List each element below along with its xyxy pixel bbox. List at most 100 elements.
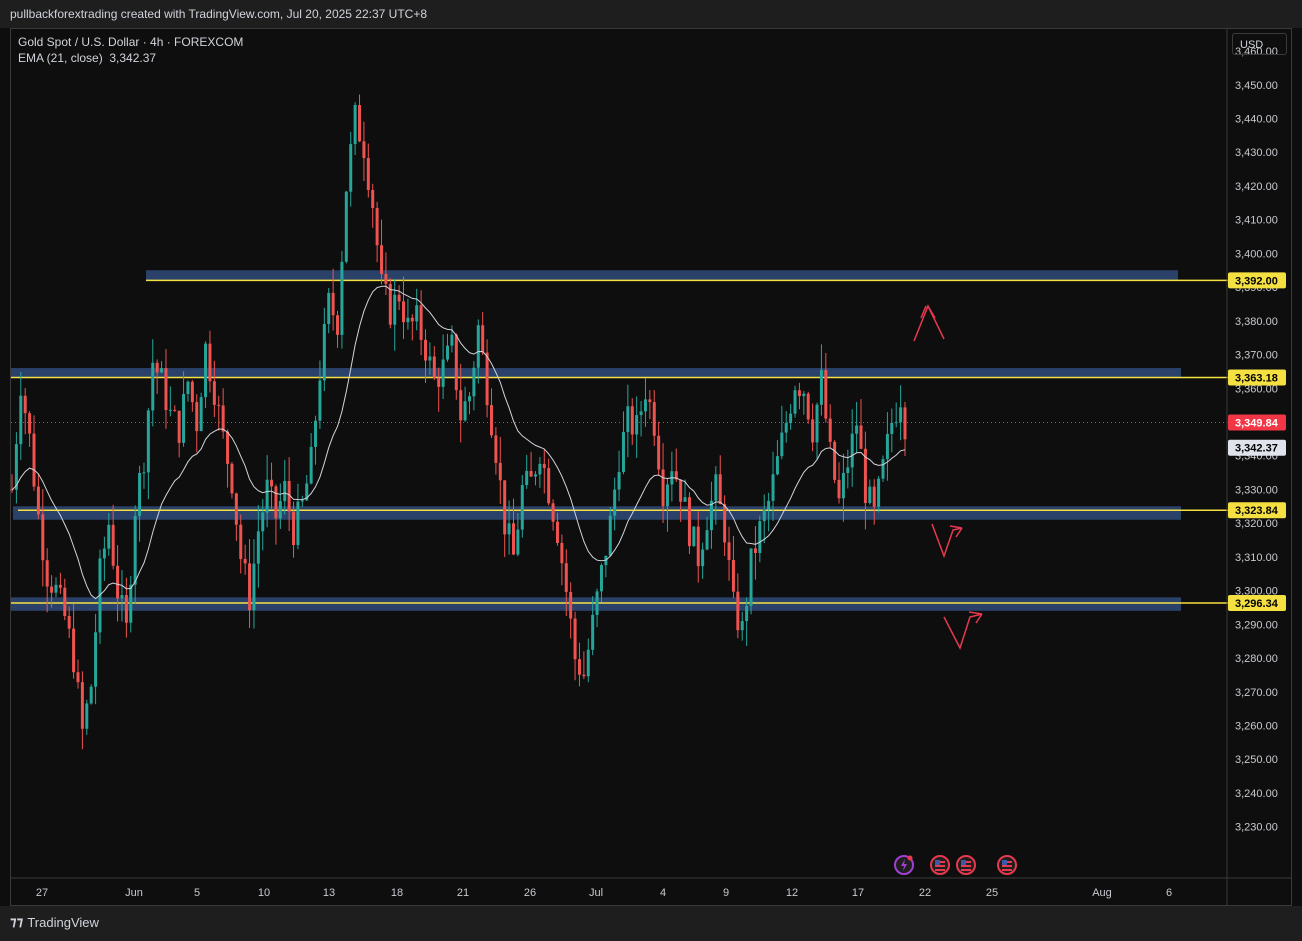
candle-body	[793, 390, 797, 414]
candle-body	[344, 191, 348, 262]
candle-body	[696, 526, 700, 567]
candle-body	[639, 411, 643, 416]
candle-body	[182, 393, 186, 443]
candle-body	[173, 409, 177, 411]
price-axis-tick-label: 3,310.00	[1235, 552, 1278, 564]
candle-body	[679, 479, 683, 502]
candle-body	[208, 343, 212, 382]
candle-body	[402, 301, 406, 323]
candle-body	[63, 587, 67, 616]
candle-body	[749, 548, 753, 606]
candle-body	[446, 345, 450, 360]
flag-stripe	[1002, 865, 1012, 867]
candle-body	[146, 410, 150, 473]
candle-body	[195, 402, 199, 432]
candle-body	[520, 485, 524, 530]
price-axis: 3,230.00 3,240.00 3,250.00 3,260.00 3,270.00…	[1226, 29, 1278, 905]
candle-body	[138, 473, 142, 516]
candle-body	[815, 404, 819, 443]
candle-body	[498, 462, 502, 481]
candle-body	[775, 456, 779, 475]
candle-body	[353, 105, 357, 145]
candle-body	[212, 381, 216, 405]
candle-body	[577, 659, 581, 675]
price-axis-tick-label: 3,370.00	[1235, 350, 1278, 362]
candle-body	[881, 459, 885, 479]
candle-body	[771, 474, 775, 501]
price-axis-tick-label: 3,250.00	[1235, 754, 1278, 766]
arrow-annotation	[913, 304, 945, 342]
candle-body	[366, 158, 370, 191]
candle-body	[358, 105, 362, 142]
flag-canton	[961, 860, 966, 865]
candle-body	[428, 356, 432, 361]
level-price-tag: 3,392.00	[1235, 275, 1278, 287]
candle-body	[432, 356, 436, 378]
tradingview-logo[interactable]: ⁊⁊ TradingView	[10, 914, 99, 930]
indicator-name: EMA (21, close)	[18, 51, 103, 65]
price-axis-tick-label: 3,330.00	[1235, 484, 1278, 496]
candle-body	[564, 563, 568, 592]
candle-body	[336, 315, 340, 335]
flag-stripe	[935, 869, 945, 871]
time-axis-tick-label: Aug	[1092, 887, 1112, 899]
candle-body	[780, 432, 784, 457]
flag-stripe	[1002, 869, 1012, 871]
candle-body	[718, 474, 722, 505]
candle-body	[164, 368, 168, 411]
candle-body	[617, 472, 621, 490]
candle-body	[380, 245, 384, 275]
time-axis-tick-label: 27	[36, 887, 48, 899]
level-price-tag: 3,363.18	[1235, 373, 1278, 385]
candle-body	[221, 405, 225, 432]
candle-body	[186, 381, 190, 394]
time-axis-tick-label: Jul	[589, 887, 603, 899]
time-axis-tick-label: 26	[524, 887, 536, 899]
candle-body	[687, 497, 691, 547]
time-axis-tick-label: 12	[786, 887, 798, 899]
candle-body	[476, 325, 480, 368]
candle-body	[441, 359, 445, 387]
candle-body	[533, 474, 537, 477]
candle-body	[586, 649, 590, 677]
candle-body	[45, 560, 49, 587]
candle-body	[322, 323, 326, 381]
time-axis-tick-label: 5	[194, 887, 200, 899]
time-axis-tick-label: 6	[1166, 887, 1172, 899]
candle-body	[837, 479, 841, 499]
candle-body	[204, 343, 208, 398]
candle-body	[731, 559, 735, 592]
price-axis-tick-label: 3,230.00	[1235, 822, 1278, 834]
symbol-title[interactable]: Gold Spot / U.S. Dollar · 4h · FOREXCOM	[18, 34, 243, 50]
candle-body	[855, 425, 859, 434]
price-axis-tick-label: 3,420.00	[1235, 181, 1278, 193]
candle-body	[538, 463, 542, 475]
candle-body	[129, 584, 133, 623]
level-price-tag: 3,296.34	[1235, 598, 1279, 610]
currency-button[interactable]: USD	[1232, 33, 1287, 55]
time-axis-tick-label: 4	[660, 887, 666, 899]
candle-body	[190, 381, 194, 403]
indicator-value: 3,342.37	[109, 51, 157, 65]
price-axis-tick-label: 3,270.00	[1235, 687, 1278, 699]
candle-body	[384, 274, 388, 284]
candle-body	[485, 352, 489, 406]
candle-body	[32, 433, 36, 487]
candle-body	[802, 393, 806, 397]
candle-body	[296, 501, 300, 546]
candle-body	[120, 595, 124, 599]
candle-body	[507, 523, 511, 535]
arrow-annotation	[943, 611, 983, 650]
candle-body	[705, 530, 709, 550]
candle-body	[701, 549, 705, 567]
candle-body	[437, 377, 441, 387]
candle-body	[102, 548, 106, 559]
indicator-legend[interactable]: EMA (21, close) 3,342.37	[18, 50, 243, 66]
candle-body	[489, 405, 493, 436]
candle-body	[621, 432, 625, 473]
support-resistance-zone	[11, 368, 1181, 379]
candle-body	[582, 674, 586, 677]
candle-body	[819, 370, 823, 405]
candlestick-chart[interactable]: 3,230.00 3,240.00 3,250.00 3,260.00 3,270.00…	[0, 0, 1302, 941]
candle-body	[630, 406, 634, 435]
